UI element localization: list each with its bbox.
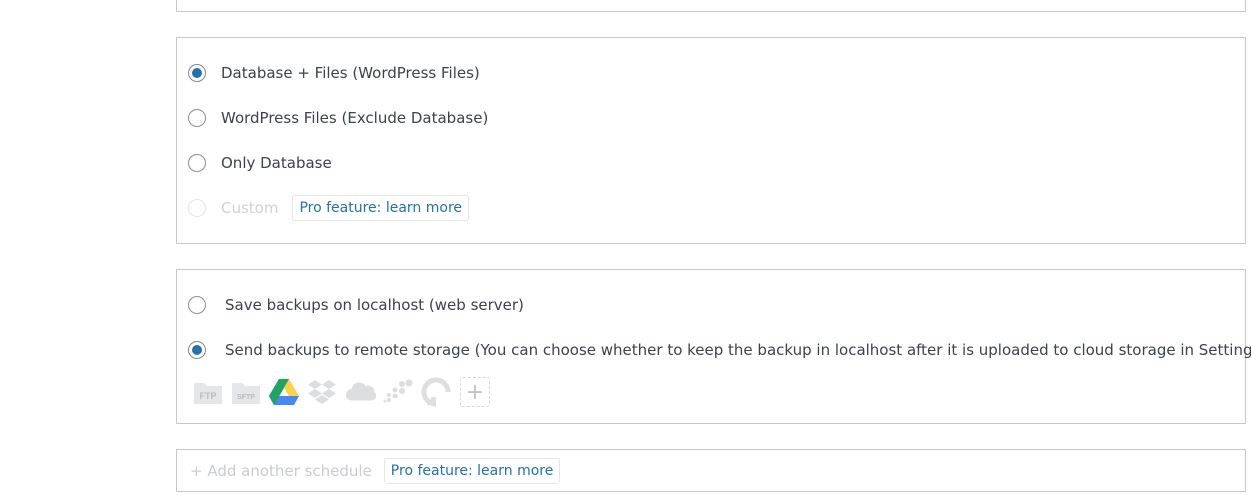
- option-wordpress-files[interactable]: WordPress Files (Exclude Database): [188, 106, 488, 130]
- add-schedule-row: + Add another schedule Pro feature: lear…: [190, 458, 561, 484]
- remote-storage-icons: FTP SFTP +: [192, 375, 490, 409]
- radio-only-database[interactable]: [188, 154, 206, 172]
- option-label: Custom: [221, 199, 279, 217]
- pro-feature-link[interactable]: Pro feature: learn more: [383, 458, 561, 484]
- ftp-label: FTP: [200, 391, 217, 401]
- onedrive-icon[interactable]: [344, 376, 376, 408]
- option-only-database[interactable]: Only Database: [188, 151, 332, 175]
- previous-section-panel: [176, 0, 1246, 12]
- option-custom: Custom Pro feature: learn more: [188, 194, 470, 222]
- dropbox-icon[interactable]: [306, 376, 338, 408]
- google-drive-icon[interactable]: [268, 376, 300, 408]
- digitalocean-spaces-icon[interactable]: [420, 376, 452, 408]
- option-label: Send backups to remote storage (You can …: [225, 341, 1251, 359]
- radio-localhost[interactable]: [188, 296, 206, 314]
- ftp-icon[interactable]: FTP: [192, 376, 224, 408]
- radio-remote-storage[interactable]: [188, 341, 206, 359]
- add-schedule-panel: + Add another schedule Pro feature: lear…: [176, 449, 1246, 492]
- option-label: WordPress Files (Exclude Database): [221, 109, 489, 127]
- radio-database-files[interactable]: [188, 64, 206, 82]
- sftp-icon[interactable]: SFTP: [230, 376, 262, 408]
- option-label: Only Database: [221, 154, 332, 172]
- option-label: Save backups on localhost (web server): [225, 296, 524, 314]
- radio-custom: [188, 199, 206, 217]
- backup-destination-panel: Save backups on localhost (web server) S…: [176, 269, 1251, 424]
- sftp-label: SFTP: [237, 394, 255, 401]
- option-localhost[interactable]: Save backups on localhost (web server): [188, 293, 524, 317]
- option-database-files[interactable]: Database + Files (WordPress Files): [188, 61, 480, 85]
- radio-wordpress-files[interactable]: [188, 109, 206, 127]
- backup-content-panel: Database + Files (WordPress Files) WordP…: [176, 37, 1246, 244]
- add-storage-button[interactable]: +: [460, 377, 490, 407]
- add-schedule-label: + Add another schedule: [190, 462, 372, 480]
- option-label: Database + Files (WordPress Files): [221, 64, 480, 82]
- amazon-s3-icon[interactable]: [382, 376, 414, 408]
- pro-feature-link[interactable]: Pro feature: learn more: [292, 195, 470, 221]
- option-remote-storage[interactable]: Send backups to remote storage (You can …: [188, 338, 1251, 362]
